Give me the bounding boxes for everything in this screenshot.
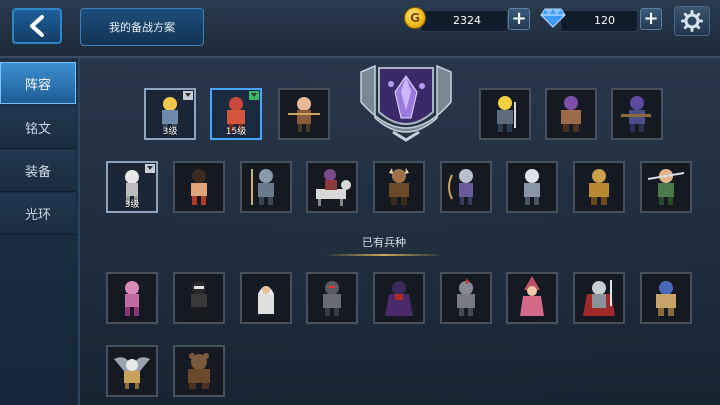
- gold-value: 2324: [453, 14, 481, 27]
- lineup-slot-2[interactable]: 15级: [210, 88, 262, 140]
- pink-witch-icon: [520, 276, 544, 316]
- unit-slot[interactable]: [479, 88, 531, 140]
- ninja-icon: [191, 281, 207, 316]
- unit-slot[interactable]: [506, 161, 558, 213]
- purple-hair-brawler-icon: [561, 96, 581, 132]
- unit-level: 3级: [124, 200, 140, 210]
- unit-level: 3级: [162, 127, 178, 137]
- yellow-hair-swordsman-icon: [497, 96, 516, 132]
- dark-mage-icon: [385, 281, 413, 316]
- back-button[interactable]: [12, 8, 62, 44]
- spearman-icon: [251, 169, 274, 205]
- griffin-icon: [114, 357, 150, 389]
- unit-slot[interactable]: [611, 88, 663, 140]
- brown-bear-icon: [188, 353, 210, 389]
- add-gem-button[interactable]: +: [640, 8, 662, 30]
- unit-slot[interactable]: [545, 88, 597, 140]
- pink-ghoul-icon: [125, 281, 139, 316]
- white-hood-priest-icon: [258, 286, 274, 314]
- green-swordsman-icon: [647, 169, 685, 205]
- gem-value: 120: [594, 14, 615, 27]
- chevron-left-icon: [30, 15, 44, 37]
- tab-aura[interactable]: 光环: [0, 193, 76, 235]
- red-eye-knight-icon: [323, 281, 341, 316]
- owned-unit-slot[interactable]: [573, 272, 625, 324]
- unit-slot[interactable]: [440, 161, 492, 213]
- golden-armor-knight-icon: [589, 169, 609, 205]
- gold-coin-icon: G: [404, 7, 426, 29]
- diamond-icon: [540, 8, 566, 28]
- my-plan-button[interactable]: 我的备战方案: [80, 8, 204, 46]
- red-cape-swordsman-icon: [583, 280, 615, 316]
- unit-slot[interactable]: [373, 161, 425, 213]
- gold-counter: 2324: [420, 10, 508, 32]
- section-divider: [324, 254, 444, 256]
- unit-slot[interactable]: [640, 161, 692, 213]
- owned-unit-slot[interactable]: [640, 272, 692, 324]
- lineup-slot-1[interactable]: 3级: [144, 88, 196, 140]
- unit-slot[interactable]: [306, 161, 358, 213]
- settings-button[interactable]: [674, 6, 710, 36]
- sidebar: 阵容 铭文 装备 光环: [0, 58, 80, 405]
- unit-slot[interactable]: [240, 161, 292, 213]
- archer-icon: [288, 97, 320, 132]
- bare-chest-fighter-icon: [191, 169, 207, 205]
- dropdown-icon: [183, 91, 193, 100]
- tab-equipment[interactable]: 装备: [0, 150, 76, 192]
- gem-counter: 120: [560, 10, 638, 32]
- owned-unit-slot[interactable]: [306, 272, 358, 324]
- tab-lineup[interactable]: 阵容: [0, 62, 76, 104]
- owned-unit-slot[interactable]: [173, 272, 225, 324]
- owned-unit-slot[interactable]: [373, 272, 425, 324]
- crystal-shield-emblem-icon: [360, 64, 452, 142]
- badge-icon: [249, 91, 259, 100]
- unit-level: 15级: [225, 127, 247, 137]
- gear-icon: [681, 10, 703, 32]
- add-gold-button[interactable]: +: [508, 8, 530, 30]
- dropdown-icon: [145, 164, 155, 173]
- lineup-slot-3[interactable]: [278, 88, 330, 140]
- owned-unit-slot[interactable]: [240, 272, 292, 324]
- silver-hair-knight-icon: [524, 169, 540, 205]
- purple-helm-crossbowman-icon: [621, 96, 651, 132]
- owned-unit-slot[interactable]: [173, 345, 225, 397]
- owned-unit-slot[interactable]: [106, 272, 158, 324]
- blue-hair-beast-icon: [656, 281, 676, 316]
- viking-warrior-icon: [389, 168, 409, 205]
- owned-unit-slot[interactable]: [506, 272, 558, 324]
- unit-slot[interactable]: [573, 161, 625, 213]
- unit-slot[interactable]: 3级: [106, 161, 158, 213]
- owned-unit-slot[interactable]: [106, 345, 158, 397]
- tab-inscription[interactable]: 铭文: [0, 107, 76, 149]
- top-bar: 我的备战方案 2324 G + 120 +: [0, 0, 720, 58]
- owned-unit-slot[interactable]: [440, 272, 492, 324]
- horse-rider-icon: [316, 169, 351, 206]
- unit-slot[interactable]: [173, 161, 225, 213]
- grey-hair-archer-icon: [448, 169, 473, 205]
- owned-units-title: 已有兵种: [362, 236, 406, 249]
- crested-knight-icon: [457, 278, 475, 316]
